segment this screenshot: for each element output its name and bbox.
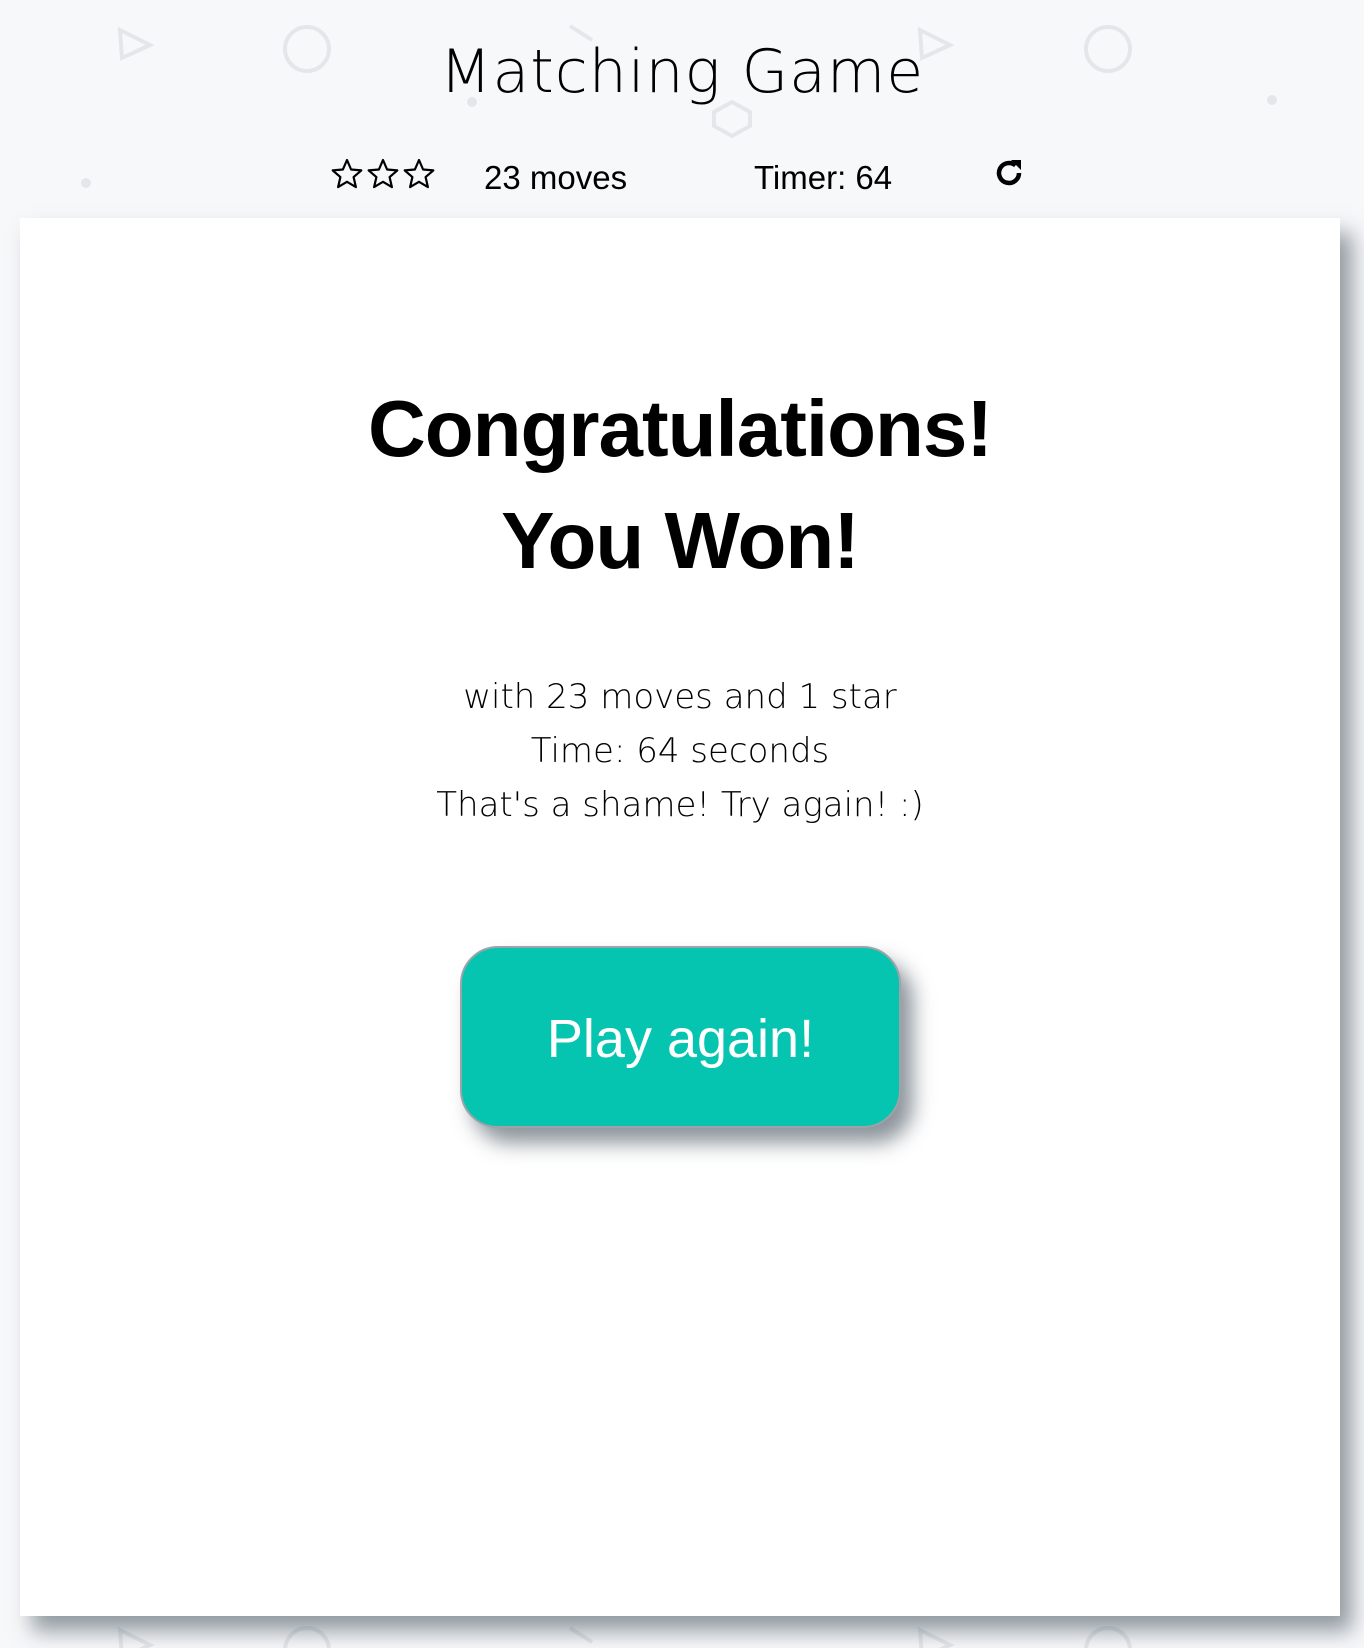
heading-line-congratulations: Congratulations!: [368, 384, 993, 473]
result-moves-stars: with 23 moves and 1 star: [463, 677, 897, 717]
score-panel: 23 moves Timer: 64: [0, 150, 1364, 204]
moves-counter: 23 moves: [484, 159, 628, 196]
win-heading: Congratulations! You Won!: [20, 373, 1340, 597]
restart-button[interactable]: [993, 156, 1027, 190]
result-time: Time: 64 seconds: [530, 731, 830, 771]
page-title: Matching Game: [439, 37, 925, 107]
play-again-button[interactable]: Play again!: [460, 946, 901, 1128]
heading-line-you-won: You Won!: [501, 496, 860, 585]
result-details: with 23 moves and 1 star Time: 64 second…: [20, 670, 1340, 832]
timer-display: Timer: 64: [754, 159, 893, 196]
star-outline-icon: [331, 158, 363, 190]
star-rating: [331, 158, 435, 192]
result-message: That's a shame! Try again! :): [436, 785, 924, 825]
star-outline-icon: [403, 158, 435, 190]
win-modal: Congratulations! You Won! with 23 moves …: [20, 218, 1340, 1616]
star-outline-icon: [367, 158, 399, 190]
restart-icon: [993, 160, 1027, 194]
